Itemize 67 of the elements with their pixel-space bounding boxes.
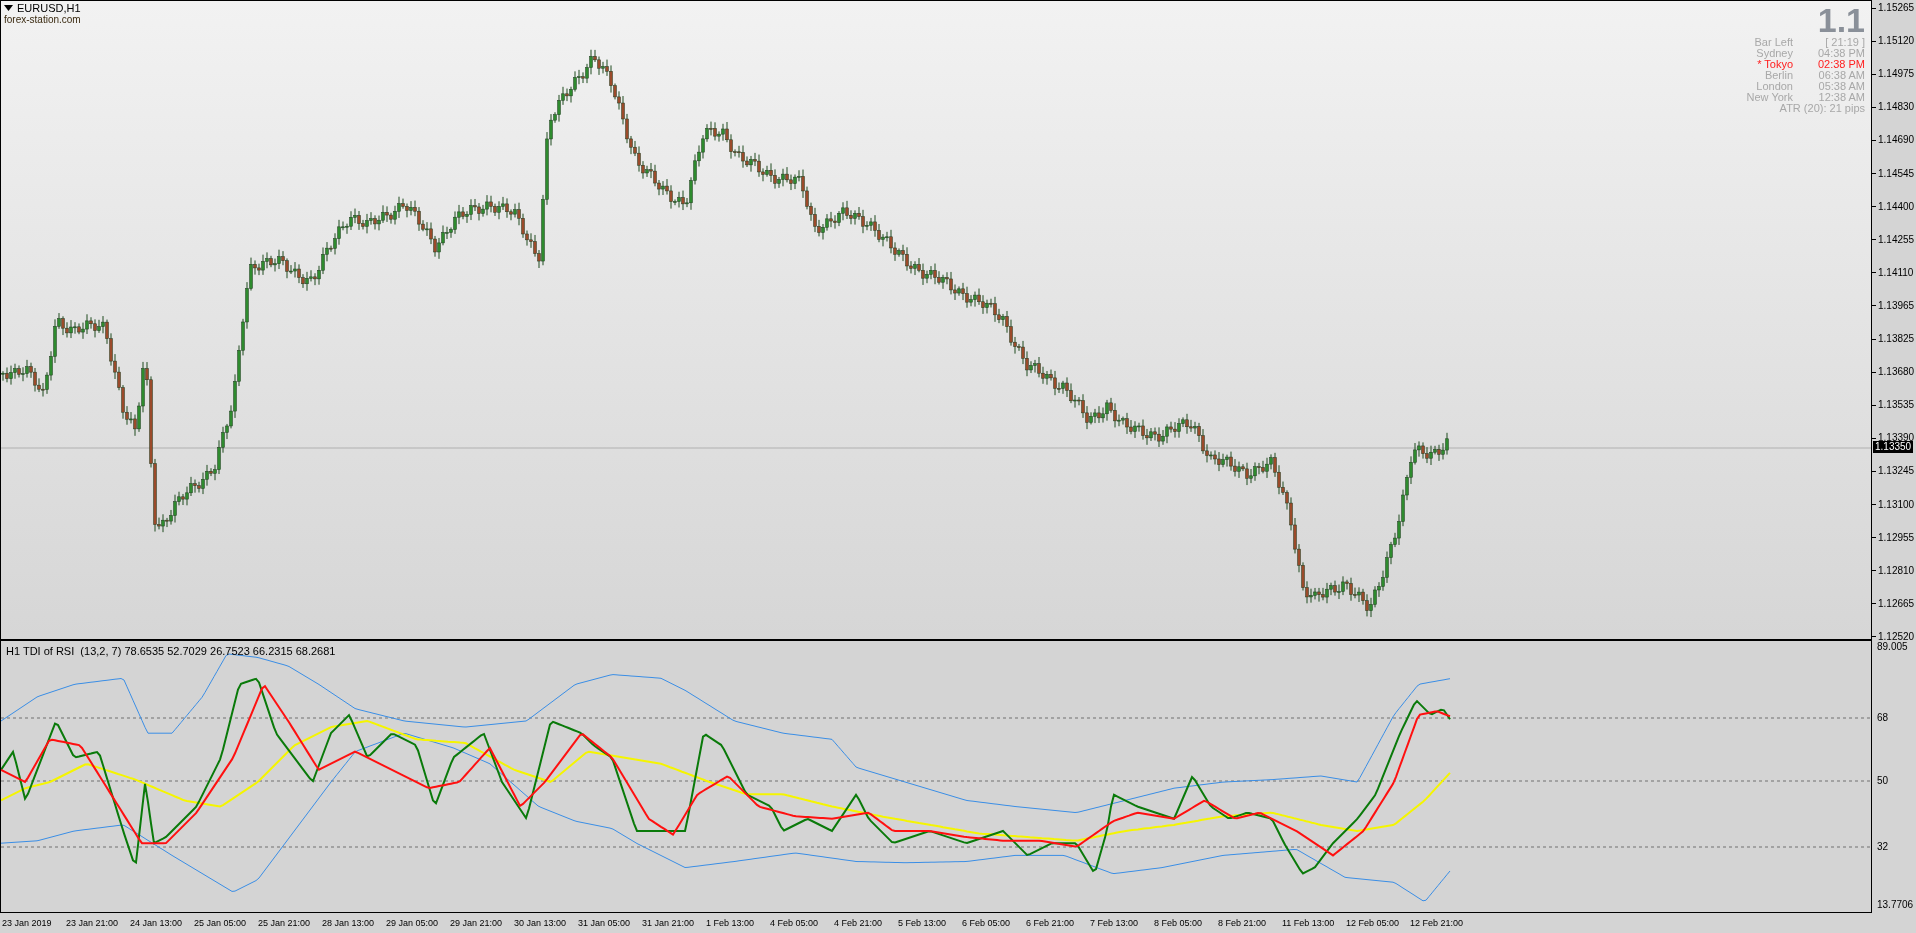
indicator-level-label: 89.005	[1877, 641, 1908, 653]
time-label: 12 Feb 21:00	[1410, 917, 1465, 929]
dropdown-icon[interactable]	[4, 5, 13, 11]
time-label: 8 Feb 05:00	[1154, 917, 1204, 929]
session-time: 06:38 AM	[1817, 70, 1865, 81]
session-time: 05:38 AM	[1817, 81, 1865, 92]
price-label: 1.13965	[1878, 299, 1915, 312]
current-price-label: 1.13350	[1873, 441, 1914, 453]
time-label: 1 Feb 13:00	[706, 917, 756, 929]
indicator-level-label: 32	[1877, 841, 1889, 853]
price-label: 1.15120	[1878, 35, 1915, 48]
price-label: 1.13100	[1878, 498, 1915, 511]
time-label: 23 Jan 2019	[2, 917, 53, 929]
atr-text: ATR (20): 21 pips	[1779, 103, 1865, 114]
time-label: 31 Jan 05:00	[578, 917, 632, 929]
time-label: 4 Feb 05:00	[770, 917, 820, 929]
session-label: Sydney	[1755, 48, 1793, 59]
price-digits: 1.1	[1817, 3, 1865, 37]
time-label: 23 Jan 21:00	[66, 917, 120, 929]
time-label: 4 Feb 21:00	[834, 917, 884, 929]
time-label: 6 Feb 21:00	[1026, 917, 1076, 929]
chart-caption: forex-station.com	[4, 14, 81, 25]
session-time: 04:38 PM	[1816, 48, 1865, 59]
time-label: 25 Jan 05:00	[194, 917, 248, 929]
price-label: 1.12810	[1878, 564, 1915, 577]
session-time: [ 21:19 ]	[1825, 37, 1865, 48]
time-label: 29 Jan 21:00	[450, 917, 504, 929]
price-label: 1.12955	[1878, 531, 1915, 544]
price-label: 1.14690	[1878, 134, 1915, 147]
chart-symbol: EURUSD,H1	[17, 2, 81, 14]
indicator-level-label: 13.7706	[1877, 899, 1914, 911]
indicator-title: H1 TDI of RSI (13,2, 7) 78.6535 52.7029 26.7523 66.2315 68.2681	[6, 644, 336, 659]
session-label: New York	[1745, 92, 1793, 103]
price-label: 1.13245	[1878, 465, 1915, 478]
price-label: 1.13825	[1878, 333, 1915, 345]
price-label: 1.14110	[1878, 266, 1914, 279]
price-label: 1.14545	[1878, 167, 1915, 180]
price-label: 1.14830	[1878, 101, 1915, 114]
price-label: 1.13390	[1878, 432, 1915, 444]
indicator-level-label: 50	[1877, 775, 1889, 787]
time-label: 6 Feb 05:00	[962, 917, 1012, 929]
session-label: London	[1755, 81, 1793, 92]
indicator-level-label: 68	[1877, 712, 1889, 724]
time-label: 25 Jan 21:00	[258, 917, 312, 929]
price-label: 1.12520	[1878, 630, 1915, 642]
session-label: Bar Left	[1753, 37, 1793, 48]
session-time: 12:38 AM	[1817, 92, 1865, 103]
price-label: 1.14255	[1878, 233, 1915, 246]
price-label: 1.15265	[1878, 2, 1915, 14]
time-label: 24 Jan 13:00	[130, 917, 184, 929]
time-label: 5 Feb 13:00	[898, 917, 948, 929]
price-label: 1.13680	[1878, 366, 1915, 379]
session-time: 02:38 PM	[1816, 59, 1865, 70]
time-label: 11 Feb 13:00	[1282, 917, 1336, 929]
price-label: 1.13535	[1878, 399, 1915, 412]
time-label: 7 Feb 13:00	[1090, 917, 1140, 929]
time-label: 8 Feb 21:00	[1218, 917, 1268, 929]
price-label: 1.14975	[1878, 68, 1915, 81]
time-label: 28 Jan 13:00	[322, 917, 376, 929]
time-label: 29 Jan 05:00	[386, 917, 440, 929]
time-label: 31 Jan 21:00	[642, 917, 696, 929]
session-label: * Tokyo	[1756, 59, 1793, 70]
time-label: 12 Feb 05:00	[1346, 917, 1401, 929]
session-label: Berlin	[1763, 70, 1793, 81]
price-label: 1.12665	[1878, 597, 1915, 610]
price-label: 1.14400	[1878, 200, 1915, 213]
time-label: 30 Jan 13:00	[514, 917, 568, 929]
